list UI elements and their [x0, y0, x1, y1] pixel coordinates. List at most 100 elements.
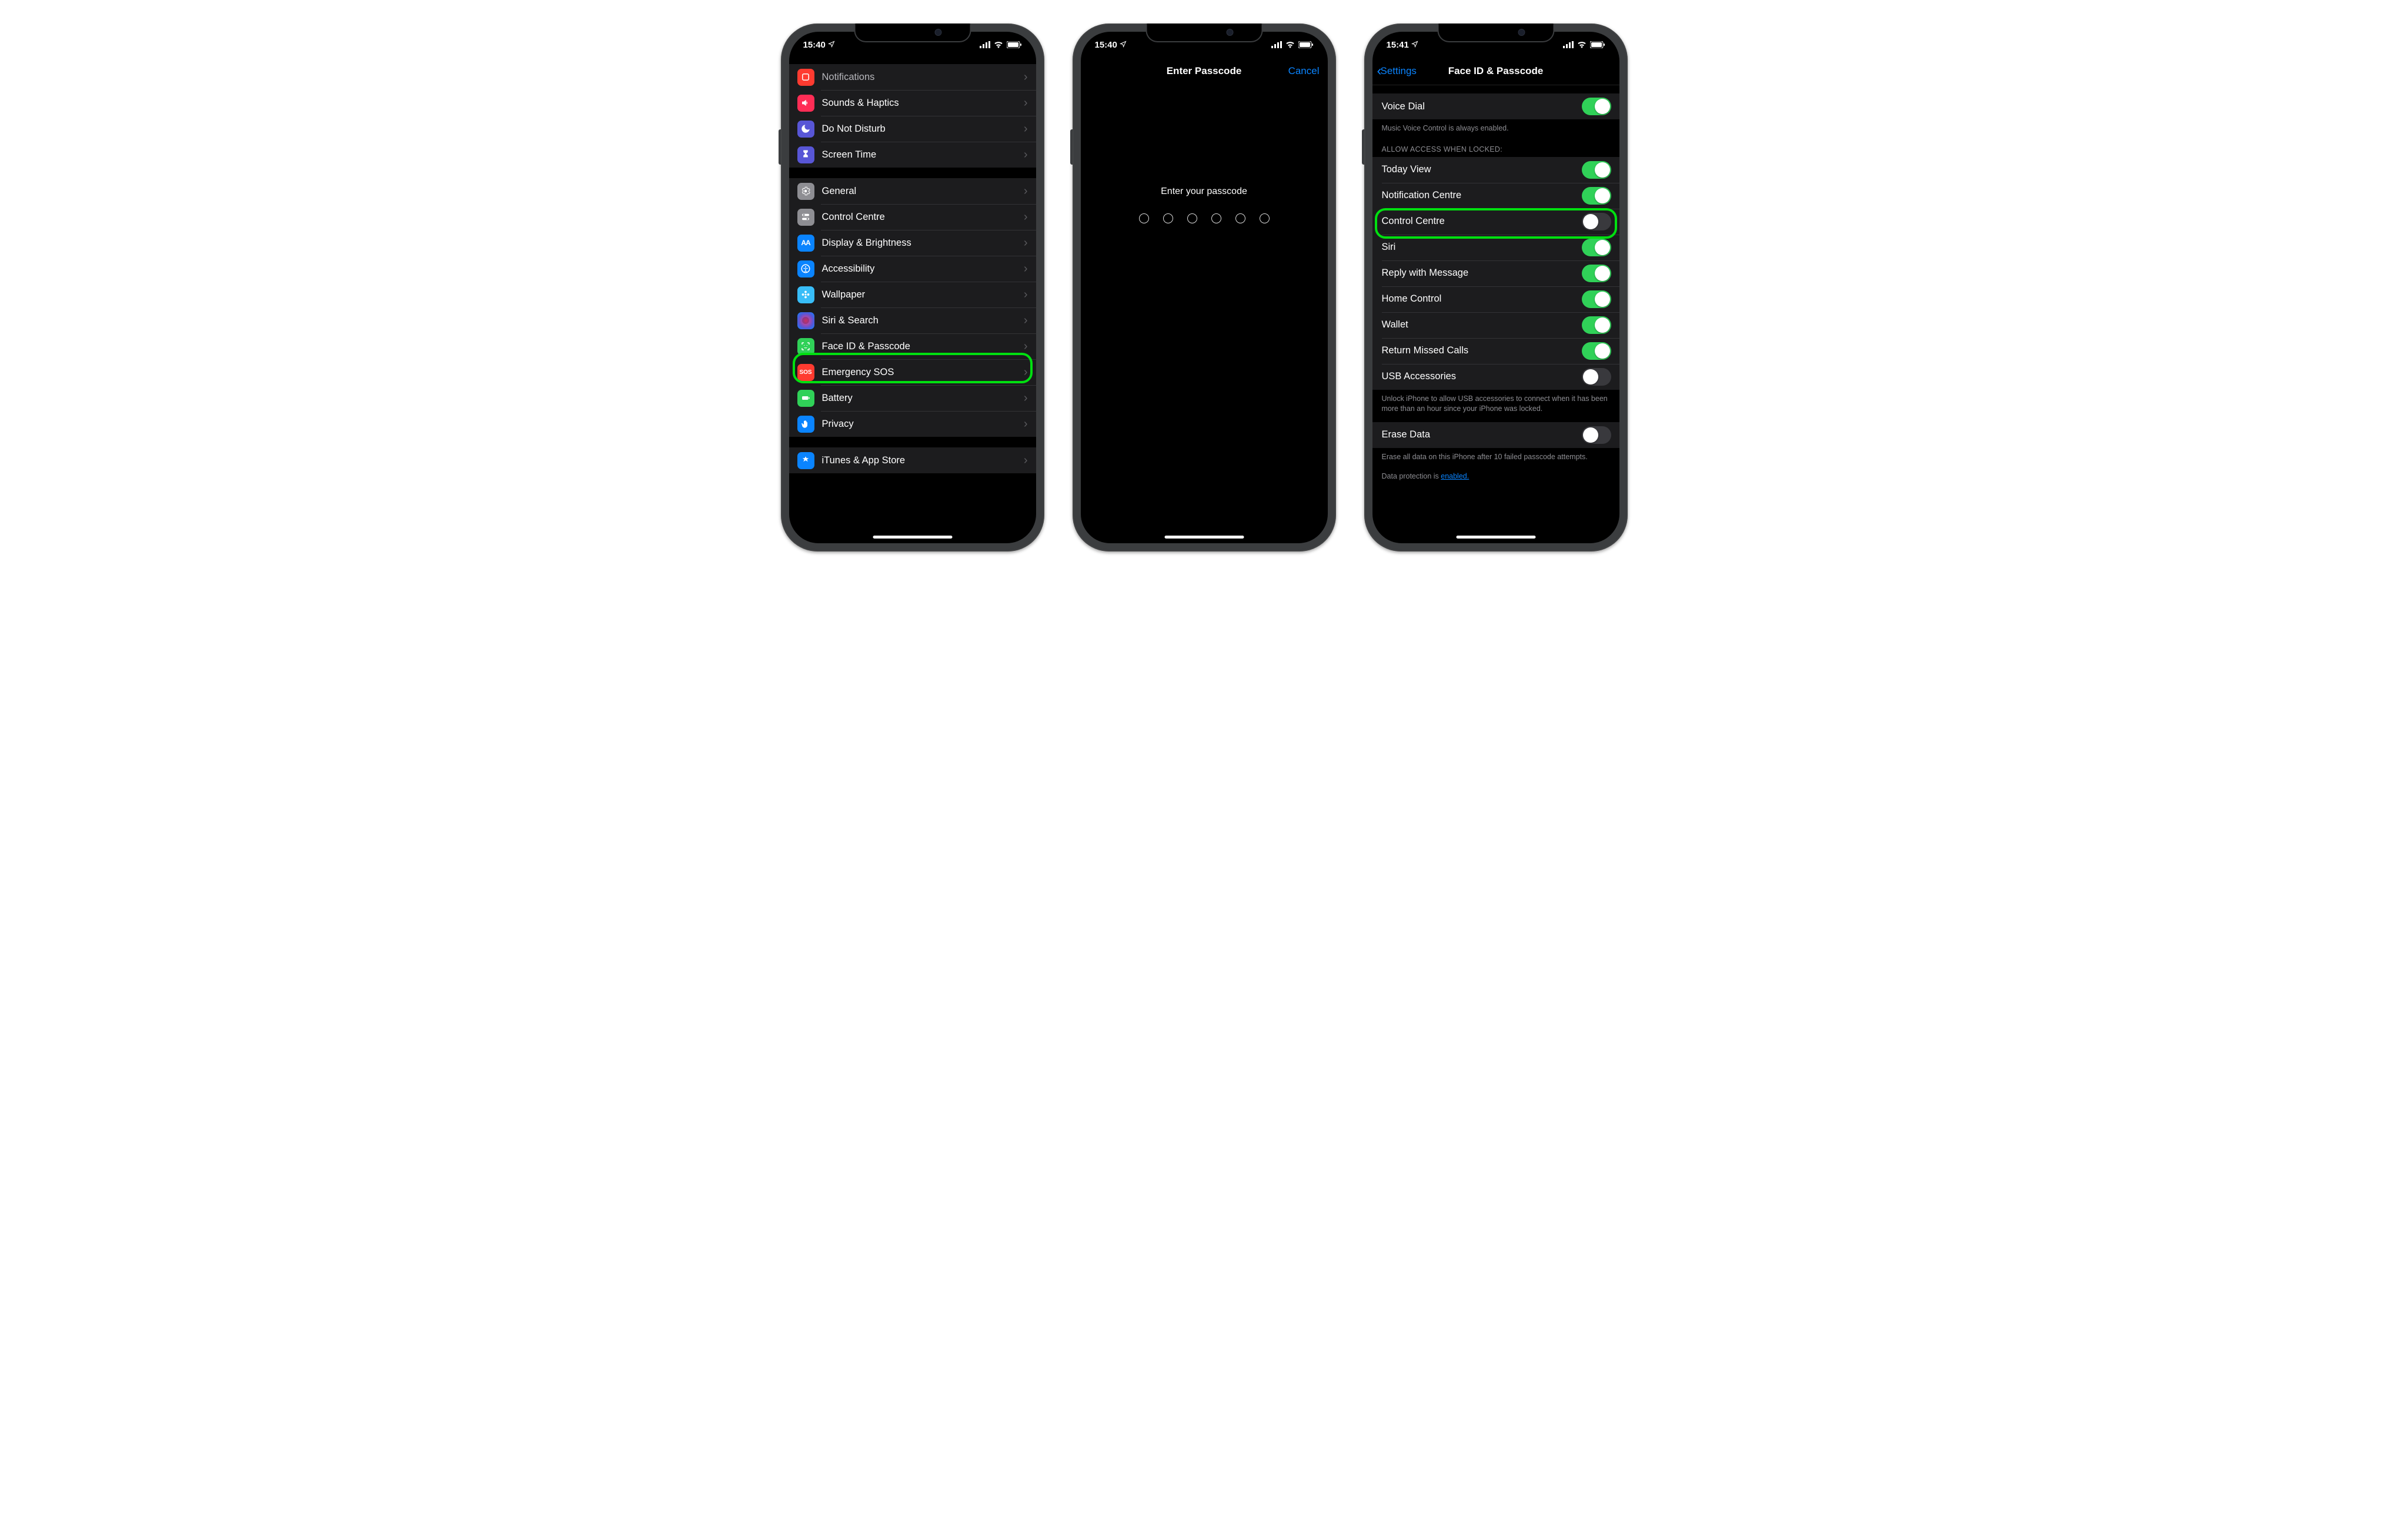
home-indicator[interactable] — [1164, 536, 1244, 539]
nav-bar: Enter Passcode Cancel — [1081, 58, 1328, 85]
faceid-list[interactable]: Voice Dial Music Voice Control is always… — [1372, 85, 1619, 543]
row-voice-dial: Voice Dial — [1372, 93, 1619, 119]
row-label: Emergency SOS — [822, 367, 1019, 378]
row-privacy[interactable]: Privacy › — [789, 411, 1036, 437]
chevron-right-icon: › — [1024, 289, 1028, 300]
row-label: Battery — [822, 393, 1019, 404]
row-label: USB Accessories — [1382, 371, 1582, 382]
back-button[interactable]: ‹Settings — [1377, 58, 1417, 85]
passcode-dots — [1139, 213, 1270, 223]
row-battery[interactable]: Battery › — [789, 385, 1036, 411]
row-label: Control Centre — [1382, 216, 1582, 227]
row-accessibility[interactable]: Accessibility › — [789, 256, 1036, 282]
sos-icon: SOS — [797, 364, 814, 381]
toggle-reply-message[interactable] — [1582, 265, 1611, 282]
phone-passcode: 15:40 Enter Passcode Cancel Enter your p… — [1073, 24, 1336, 551]
chevron-right-icon: › — [1024, 366, 1028, 378]
chevron-right-icon: › — [1024, 263, 1028, 275]
hand-icon — [797, 416, 814, 433]
row-label: Sounds & Haptics — [822, 98, 1019, 109]
toggle-siri[interactable] — [1582, 239, 1611, 256]
toggle-usb-accessories[interactable] — [1582, 368, 1611, 386]
chevron-right-icon: › — [1024, 454, 1028, 466]
moon-icon — [797, 121, 814, 138]
row-reply-message: Reply with Message — [1372, 260, 1619, 286]
location-icon — [1411, 40, 1418, 50]
siri-icon — [797, 312, 814, 329]
toggle-control-centre[interactable] — [1582, 213, 1611, 230]
row-screentime[interactable]: Screen Time › — [789, 142, 1036, 168]
clock: 15:40 — [1095, 40, 1117, 50]
page-title: Face ID & Passcode — [1448, 65, 1544, 77]
battery-icon — [1590, 41, 1605, 48]
row-display[interactable]: AA Display & Brightness › — [789, 230, 1036, 256]
row-label: General — [822, 186, 1019, 197]
chevron-right-icon: › — [1024, 211, 1028, 223]
row-wallpaper[interactable]: Wallpaper › — [789, 282, 1036, 307]
row-label: Control Centre — [822, 212, 1019, 223]
nav-bar: ‹Settings Face ID & Passcode — [1372, 58, 1619, 85]
home-indicator[interactable] — [873, 536, 952, 539]
row-return-missed: Return Missed Calls — [1372, 338, 1619, 364]
row-label: Reply with Message — [1382, 268, 1582, 279]
clock: 15:41 — [1387, 40, 1409, 50]
erase-footer-line2a: Data protection is — [1382, 472, 1441, 480]
row-general[interactable]: General › — [789, 178, 1036, 204]
wifi-icon — [994, 41, 1003, 48]
wifi-icon — [1577, 41, 1587, 48]
faceid-icon — [797, 338, 814, 355]
chevron-right-icon: › — [1024, 185, 1028, 197]
clock: 15:40 — [803, 40, 826, 50]
cellular-icon — [1563, 41, 1574, 48]
cancel-button[interactable]: Cancel — [1288, 58, 1320, 85]
switches-icon — [797, 209, 814, 226]
appstore-icon — [797, 452, 814, 469]
row-erase-data: Erase Data — [1372, 422, 1619, 448]
row-label: Voice Dial — [1382, 101, 1582, 112]
row-siri[interactable]: Siri & Search › — [789, 307, 1036, 333]
row-label: Return Missed Calls — [1382, 345, 1582, 356]
notch — [1145, 24, 1263, 42]
row-usb-accessories: USB Accessories — [1372, 364, 1619, 390]
toggle-voice-dial[interactable] — [1582, 98, 1611, 115]
row-label: iTunes & App Store — [822, 455, 1019, 466]
row-sounds[interactable]: Sounds & Haptics › — [789, 90, 1036, 116]
data-protection-link[interactable]: enabled. — [1441, 472, 1469, 480]
row-siri: Siri — [1372, 235, 1619, 260]
textsize-icon: AA — [797, 235, 814, 252]
row-label: Siri — [1382, 242, 1582, 253]
erase-footer-line1: Erase all data on this iPhone after 10 f… — [1382, 453, 1588, 461]
passcode-area: Enter your passcode — [1081, 85, 1328, 543]
sounds-icon — [797, 95, 814, 112]
toggle-erase-data[interactable] — [1582, 426, 1611, 444]
row-control-centre: Control Centre — [1372, 209, 1619, 235]
toggle-notification-centre[interactable] — [1582, 187, 1611, 205]
phone-settings: 15:40 Settings Notifications › — [781, 24, 1044, 551]
page-title: Enter Passcode — [1167, 65, 1242, 77]
row-label: Siri & Search — [822, 315, 1019, 326]
chevron-right-icon: › — [1024, 149, 1028, 161]
chevron-right-icon: › — [1024, 315, 1028, 326]
row-notifications[interactable]: Notifications › — [789, 64, 1036, 90]
toggle-today-view[interactable] — [1582, 161, 1611, 179]
row-itunes[interactable]: iTunes & App Store › — [789, 447, 1036, 473]
row-home-control: Home Control — [1372, 286, 1619, 312]
passcode-prompt: Enter your passcode — [1161, 186, 1247, 197]
location-icon — [1120, 40, 1127, 50]
toggle-wallet[interactable] — [1582, 316, 1611, 334]
row-sos[interactable]: SOS Emergency SOS › — [789, 359, 1036, 385]
toggle-home-control[interactable] — [1582, 290, 1611, 308]
row-label: Privacy — [822, 419, 1019, 430]
usb-footer: Unlock iPhone to allow USB accessories t… — [1372, 390, 1619, 416]
toggle-return-missed[interactable] — [1582, 342, 1611, 360]
row-label: Screen Time — [822, 149, 1019, 161]
row-dnd[interactable]: Do Not Disturb › — [789, 116, 1036, 142]
home-indicator[interactable] — [1456, 536, 1535, 539]
row-faceid[interactable]: Face ID & Passcode › — [789, 333, 1036, 359]
row-controlcentre[interactable]: Control Centre › — [789, 204, 1036, 230]
row-wallet: Wallet — [1372, 312, 1619, 338]
row-label: Wallet — [1382, 319, 1582, 330]
row-label: Accessibility — [822, 263, 1019, 275]
settings-list[interactable]: Notifications › Sounds & Haptics › Do No… — [789, 64, 1036, 543]
chevron-right-icon: › — [1024, 392, 1028, 404]
